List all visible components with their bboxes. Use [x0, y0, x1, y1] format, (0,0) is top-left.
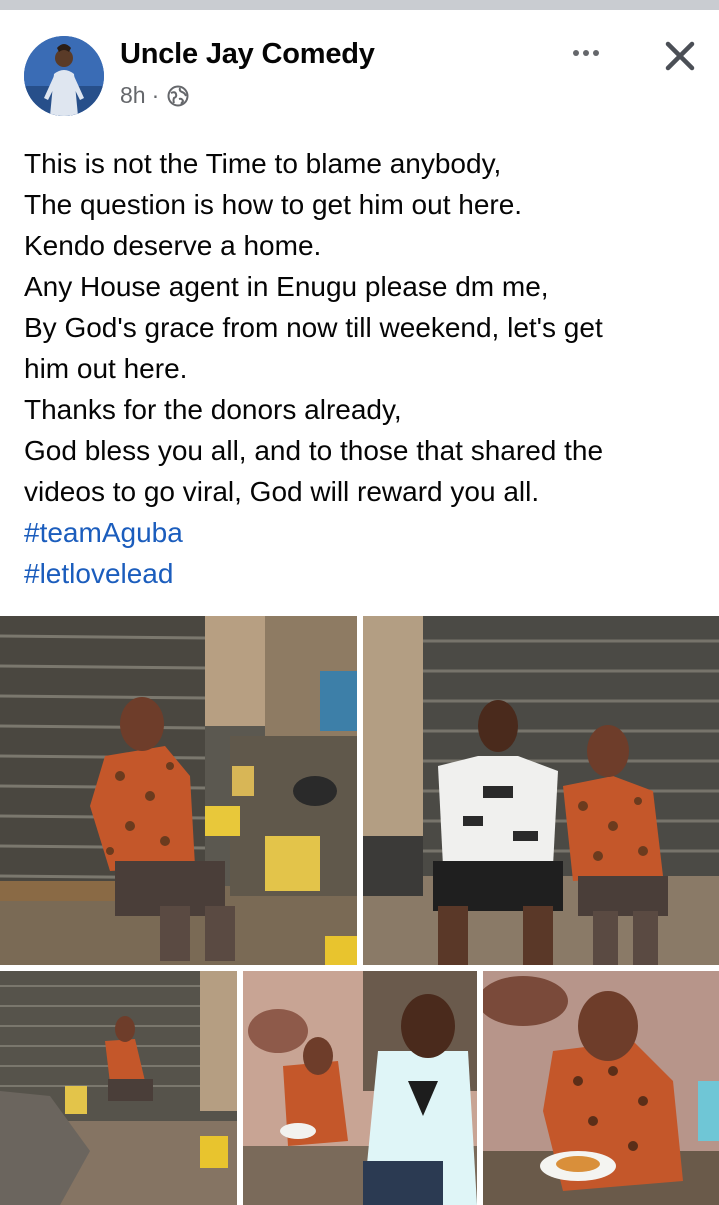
- post-line: By God's grace from now till weekend, le…: [24, 312, 603, 343]
- post-meta: 8h ·: [120, 82, 189, 109]
- more-dot: [583, 50, 589, 56]
- hashtag-link[interactable]: #letlovelead: [24, 553, 704, 594]
- photo-4-image: [243, 971, 477, 1205]
- post-line: Kendo deserve a home.: [24, 230, 322, 261]
- post-line: Thanks for the donors already,: [24, 394, 402, 425]
- hashtag-link[interactable]: #teamAguba: [24, 512, 704, 553]
- photo-2[interactable]: [363, 616, 719, 965]
- post-line: God bless you all, and to those that sha…: [24, 435, 604, 466]
- globe-icon: [167, 85, 189, 107]
- photo-2-image: [363, 616, 719, 965]
- photo-3[interactable]: [0, 971, 237, 1205]
- avatar-image: [24, 36, 104, 116]
- photo-1[interactable]: [0, 616, 357, 965]
- top-strip: [0, 0, 719, 10]
- photo-4[interactable]: [243, 971, 477, 1205]
- post-body: This is not the Time to blame anybody, T…: [24, 143, 704, 594]
- post-line: Any House agent in Enugu please dm me,: [24, 271, 549, 302]
- photo-3-image: [0, 971, 237, 1205]
- photo-5[interactable]: [483, 971, 719, 1205]
- photo-1-image: [0, 616, 357, 965]
- more-options-button[interactable]: [566, 38, 606, 68]
- post-line: him out here.: [24, 353, 188, 384]
- post-line: The question is how to get him out here.: [24, 189, 523, 220]
- post-header: Uncle Jay Comedy 8h ·: [0, 10, 719, 130]
- close-icon: [665, 41, 695, 71]
- post-time[interactable]: 8h: [120, 82, 146, 109]
- more-options-icon: [573, 50, 579, 56]
- close-button[interactable]: [660, 36, 700, 76]
- more-dot: [593, 50, 599, 56]
- post-line: videos to go viral, God will reward you …: [24, 476, 540, 507]
- meta-separator: ·: [151, 82, 160, 108]
- post-line: This is not the Time to blame anybody,: [24, 148, 502, 179]
- photo-5-image: [483, 971, 719, 1205]
- author-name[interactable]: Uncle Jay Comedy: [120, 38, 375, 71]
- avatar[interactable]: [24, 36, 104, 116]
